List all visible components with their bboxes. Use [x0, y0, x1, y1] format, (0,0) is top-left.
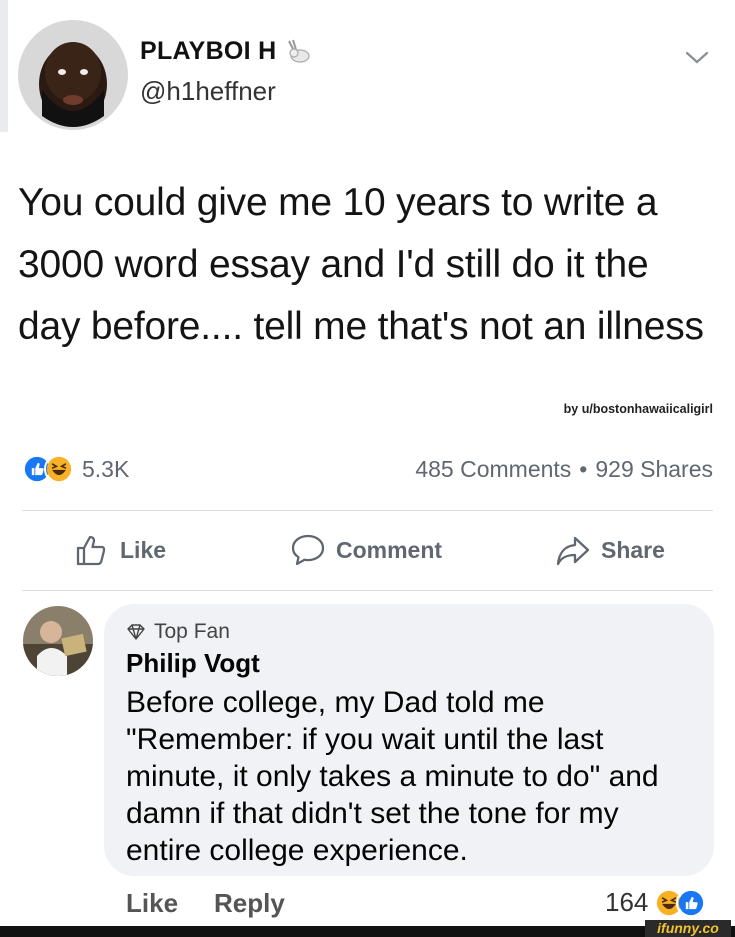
comment-reply-button[interactable]: Reply — [214, 888, 285, 919]
comment-text: Before college, my Dad told me "Remember… — [126, 686, 659, 867]
diamond-icon — [127, 624, 145, 640]
haha-reaction-icon — [44, 454, 74, 484]
speech-bubble-icon — [291, 534, 325, 566]
top-fan-label: Top Fan — [154, 620, 230, 643]
post-stats: 485 Comments • 929 Shares — [415, 456, 713, 483]
share-button[interactable]: Share — [555, 530, 665, 570]
commenter-avatar[interactable] — [23, 606, 93, 676]
share-label: Share — [601, 536, 665, 563]
tweet-text: You could give me 10 years to write a 30… — [18, 181, 704, 348]
display-name-text: PLAYBOI H — [140, 37, 277, 65]
like-reaction-icon — [676, 887, 707, 918]
divider-bottom — [22, 590, 713, 591]
tweet-display-name[interactable]: PLAYBOI H — [140, 37, 313, 66]
credit-watermark: by u/bostonhawaiicaligirl — [563, 402, 713, 416]
tweet-avatar[interactable] — [18, 20, 128, 130]
comments-count[interactable]: 485 Comments — [415, 456, 571, 483]
chevron-down-icon[interactable] — [683, 48, 711, 68]
comment-reaction-count: 164 — [605, 887, 649, 917]
comment-button[interactable]: Comment — [290, 530, 442, 570]
share-arrow-icon — [556, 536, 590, 566]
divider-top — [22, 510, 713, 511]
ifunny-watermark: ifunny.co — [645, 920, 731, 937]
tweet-handle[interactable]: @h1heffner — [140, 76, 276, 107]
stats-separator: • — [579, 456, 588, 482]
shares-count[interactable]: 929 Shares — [595, 456, 713, 483]
like-label: Like — [120, 536, 167, 563]
like-button[interactable]: Like — [74, 530, 166, 570]
comment-like-button[interactable]: Like — [126, 888, 178, 919]
rabbit-icon — [287, 39, 310, 63]
thumbs-up-icon — [76, 535, 106, 566]
comment-reactions[interactable]: 164 — [605, 887, 707, 918]
commenter-name[interactable]: Philip Vogt — [126, 648, 260, 679]
footer-bar — [0, 926, 735, 937]
comment-label: Comment — [336, 536, 443, 563]
top-fan-badge: Top Fan — [126, 620, 230, 644]
reaction-count: 5.3K — [82, 455, 130, 482]
reaction-summary[interactable]: 5.3K — [22, 454, 129, 484]
panel-edge — [0, 0, 8, 132]
